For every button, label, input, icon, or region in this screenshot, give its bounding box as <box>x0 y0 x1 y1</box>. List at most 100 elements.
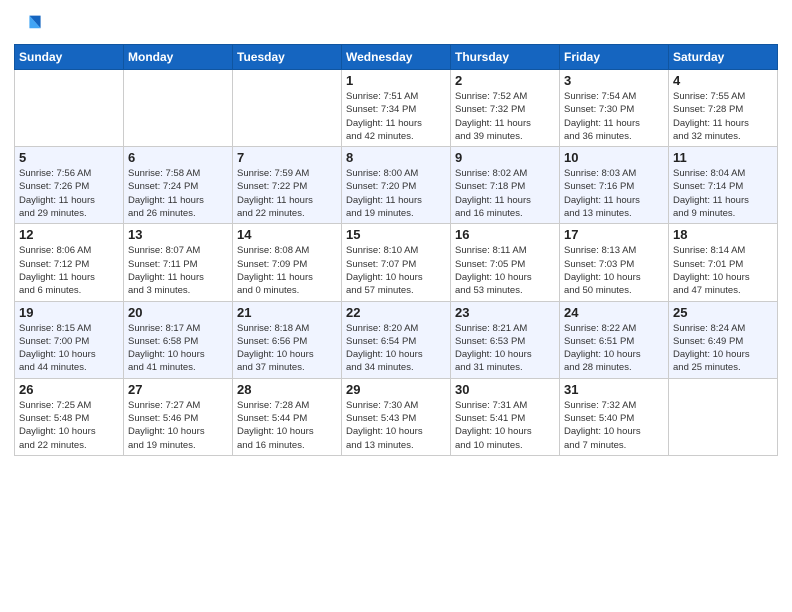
day-info: Sunrise: 8:21 AM Sunset: 6:53 PM Dayligh… <box>455 322 555 375</box>
day-number: 7 <box>237 150 337 165</box>
calendar-cell: 4 Sunrise: 7:55 AM Sunset: 7:28 PM Daylig… <box>669 70 778 147</box>
day-number: 12 <box>19 227 119 242</box>
calendar-cell: 1 Sunrise: 7:51 AM Sunset: 7:34 PM Daylig… <box>342 70 451 147</box>
day-number: 2 <box>455 73 555 88</box>
day-info: Sunrise: 8:20 AM Sunset: 6:54 PM Dayligh… <box>346 322 446 375</box>
day-number: 5 <box>19 150 119 165</box>
calendar-cell: 10Sunrise: 8:03 AM Sunset: 7:16 PM Dayli… <box>560 147 669 224</box>
weekday-header-sunday: Sunday <box>15 45 124 70</box>
calendar-cell: 18 Sunrise: 8:14 AM Sunset: 7:01 PM Dayli… <box>669 224 778 301</box>
weekday-header-monday: Monday <box>124 45 233 70</box>
day-number: 15 <box>346 227 446 242</box>
calendar-cell <box>233 70 342 147</box>
calendar-cell: 3 Sunrise: 7:54 AM Sunset: 7:30 PM Daylig… <box>560 70 669 147</box>
calendar-cell: 13Sunrise: 8:07 AM Sunset: 7:11 PM Dayli… <box>124 224 233 301</box>
calendar-cell: 29Sunrise: 7:30 AM Sunset: 5:43 PM Dayli… <box>342 378 451 455</box>
calendar-cell: 20 Sunrise: 8:17 AM Sunset: 6:58 PM Dayli… <box>124 301 233 378</box>
weekday-header-row: SundayMondayTuesdayWednesdayThursdayFrid… <box>15 45 778 70</box>
day-number: 10 <box>564 150 664 165</box>
calendar-cell: 8Sunrise: 8:00 AM Sunset: 7:20 PM Daylig… <box>342 147 451 224</box>
weekday-header-thursday: Thursday <box>451 45 560 70</box>
weekday-header-wednesday: Wednesday <box>342 45 451 70</box>
day-number: 1 <box>346 73 446 88</box>
day-info: Sunrise: 7:28 AM Sunset: 5:44 PM Dayligh… <box>237 399 337 452</box>
calendar-cell: 27 Sunrise: 7:27 AM Sunset: 5:46 PM Dayli… <box>124 378 233 455</box>
day-info: Sunrise: 7:27 AM Sunset: 5:46 PM Dayligh… <box>128 399 228 452</box>
calendar-cell <box>669 378 778 455</box>
day-info: Sunrise: 7:56 AM Sunset: 7:26 PM Dayligh… <box>19 167 119 220</box>
day-info: Sunrise: 8:04 AM Sunset: 7:14 PM Dayligh… <box>673 167 773 220</box>
calendar-cell: 22 Sunrise: 8:20 AM Sunset: 6:54 PM Dayli… <box>342 301 451 378</box>
day-number: 16 <box>455 227 555 242</box>
day-info: Sunrise: 7:55 AM Sunset: 7:28 PM Dayligh… <box>673 90 773 143</box>
calendar-cell: 25 Sunrise: 8:24 AM Sunset: 6:49 PM Dayli… <box>669 301 778 378</box>
day-info: Sunrise: 8:02 AM Sunset: 7:18 PM Dayligh… <box>455 167 555 220</box>
calendar-cell: 19Sunrise: 8:15 AM Sunset: 7:00 PM Dayli… <box>15 301 124 378</box>
calendar-table: SundayMondayTuesdayWednesdayThursdayFrid… <box>14 44 778 456</box>
day-info: Sunrise: 7:52 AM Sunset: 7:32 PM Dayligh… <box>455 90 555 143</box>
calendar-cell: 14Sunrise: 8:08 AM Sunset: 7:09 PM Dayli… <box>233 224 342 301</box>
day-info: Sunrise: 8:14 AM Sunset: 7:01 PM Dayligh… <box>673 244 773 297</box>
calendar-week-row: 1 Sunrise: 7:51 AM Sunset: 7:34 PM Daylig… <box>15 70 778 147</box>
day-info: Sunrise: 8:07 AM Sunset: 7:11 PM Dayligh… <box>128 244 228 297</box>
calendar-cell: 17 Sunrise: 8:13 AM Sunset: 7:03 PM Dayli… <box>560 224 669 301</box>
calendar-cell: 21Sunrise: 8:18 AM Sunset: 6:56 PM Dayli… <box>233 301 342 378</box>
day-number: 27 <box>128 382 228 397</box>
day-number: 28 <box>237 382 337 397</box>
day-number: 31 <box>564 382 664 397</box>
day-number: 17 <box>564 227 664 242</box>
day-info: Sunrise: 8:22 AM Sunset: 6:51 PM Dayligh… <box>564 322 664 375</box>
day-info: Sunrise: 8:24 AM Sunset: 6:49 PM Dayligh… <box>673 322 773 375</box>
calendar-cell: 5 Sunrise: 7:56 AM Sunset: 7:26 PM Daylig… <box>15 147 124 224</box>
calendar-week-row: 26Sunrise: 7:25 AM Sunset: 5:48 PM Dayli… <box>15 378 778 455</box>
weekday-header-saturday: Saturday <box>669 45 778 70</box>
day-info: Sunrise: 7:51 AM Sunset: 7:34 PM Dayligh… <box>346 90 446 143</box>
calendar-cell: 12 Sunrise: 8:06 AM Sunset: 7:12 PM Dayli… <box>15 224 124 301</box>
day-number: 3 <box>564 73 664 88</box>
day-info: Sunrise: 7:31 AM Sunset: 5:41 PM Dayligh… <box>455 399 555 452</box>
day-info: Sunrise: 8:17 AM Sunset: 6:58 PM Dayligh… <box>128 322 228 375</box>
calendar-cell: 9 Sunrise: 8:02 AM Sunset: 7:18 PM Daylig… <box>451 147 560 224</box>
day-info: Sunrise: 8:11 AM Sunset: 7:05 PM Dayligh… <box>455 244 555 297</box>
day-number: 30 <box>455 382 555 397</box>
day-number: 22 <box>346 305 446 320</box>
calendar-cell: 23 Sunrise: 8:21 AM Sunset: 6:53 PM Dayli… <box>451 301 560 378</box>
logo-icon <box>14 10 42 38</box>
day-number: 11 <box>673 150 773 165</box>
day-number: 26 <box>19 382 119 397</box>
calendar-cell: 26Sunrise: 7:25 AM Sunset: 5:48 PM Dayli… <box>15 378 124 455</box>
day-info: Sunrise: 7:54 AM Sunset: 7:30 PM Dayligh… <box>564 90 664 143</box>
logo <box>14 10 48 38</box>
calendar-week-row: 19Sunrise: 8:15 AM Sunset: 7:00 PM Dayli… <box>15 301 778 378</box>
day-number: 20 <box>128 305 228 320</box>
weekday-header-friday: Friday <box>560 45 669 70</box>
day-info: Sunrise: 7:32 AM Sunset: 5:40 PM Dayligh… <box>564 399 664 452</box>
calendar-cell: 11 Sunrise: 8:04 AM Sunset: 7:14 PM Dayli… <box>669 147 778 224</box>
calendar-week-row: 12 Sunrise: 8:06 AM Sunset: 7:12 PM Dayli… <box>15 224 778 301</box>
header <box>14 10 778 38</box>
day-number: 25 <box>673 305 773 320</box>
calendar-cell: 30 Sunrise: 7:31 AM Sunset: 5:41 PM Dayli… <box>451 378 560 455</box>
day-info: Sunrise: 8:10 AM Sunset: 7:07 PM Dayligh… <box>346 244 446 297</box>
day-info: Sunrise: 8:18 AM Sunset: 6:56 PM Dayligh… <box>237 322 337 375</box>
day-number: 9 <box>455 150 555 165</box>
day-number: 14 <box>237 227 337 242</box>
page: SundayMondayTuesdayWednesdayThursdayFrid… <box>0 0 792 612</box>
day-info: Sunrise: 8:06 AM Sunset: 7:12 PM Dayligh… <box>19 244 119 297</box>
calendar-cell: 6Sunrise: 7:58 AM Sunset: 7:24 PM Daylig… <box>124 147 233 224</box>
calendar-week-row: 5 Sunrise: 7:56 AM Sunset: 7:26 PM Daylig… <box>15 147 778 224</box>
weekday-header-tuesday: Tuesday <box>233 45 342 70</box>
calendar-cell: 28 Sunrise: 7:28 AM Sunset: 5:44 PM Dayli… <box>233 378 342 455</box>
day-number: 24 <box>564 305 664 320</box>
day-info: Sunrise: 8:13 AM Sunset: 7:03 PM Dayligh… <box>564 244 664 297</box>
day-info: Sunrise: 7:58 AM Sunset: 7:24 PM Dayligh… <box>128 167 228 220</box>
calendar-cell: 15 Sunrise: 8:10 AM Sunset: 7:07 PM Dayli… <box>342 224 451 301</box>
day-number: 19 <box>19 305 119 320</box>
calendar-cell <box>15 70 124 147</box>
day-number: 29 <box>346 382 446 397</box>
day-number: 4 <box>673 73 773 88</box>
calendar-cell: 2 Sunrise: 7:52 AM Sunset: 7:32 PM Daylig… <box>451 70 560 147</box>
day-number: 18 <box>673 227 773 242</box>
day-info: Sunrise: 8:00 AM Sunset: 7:20 PM Dayligh… <box>346 167 446 220</box>
day-number: 23 <box>455 305 555 320</box>
